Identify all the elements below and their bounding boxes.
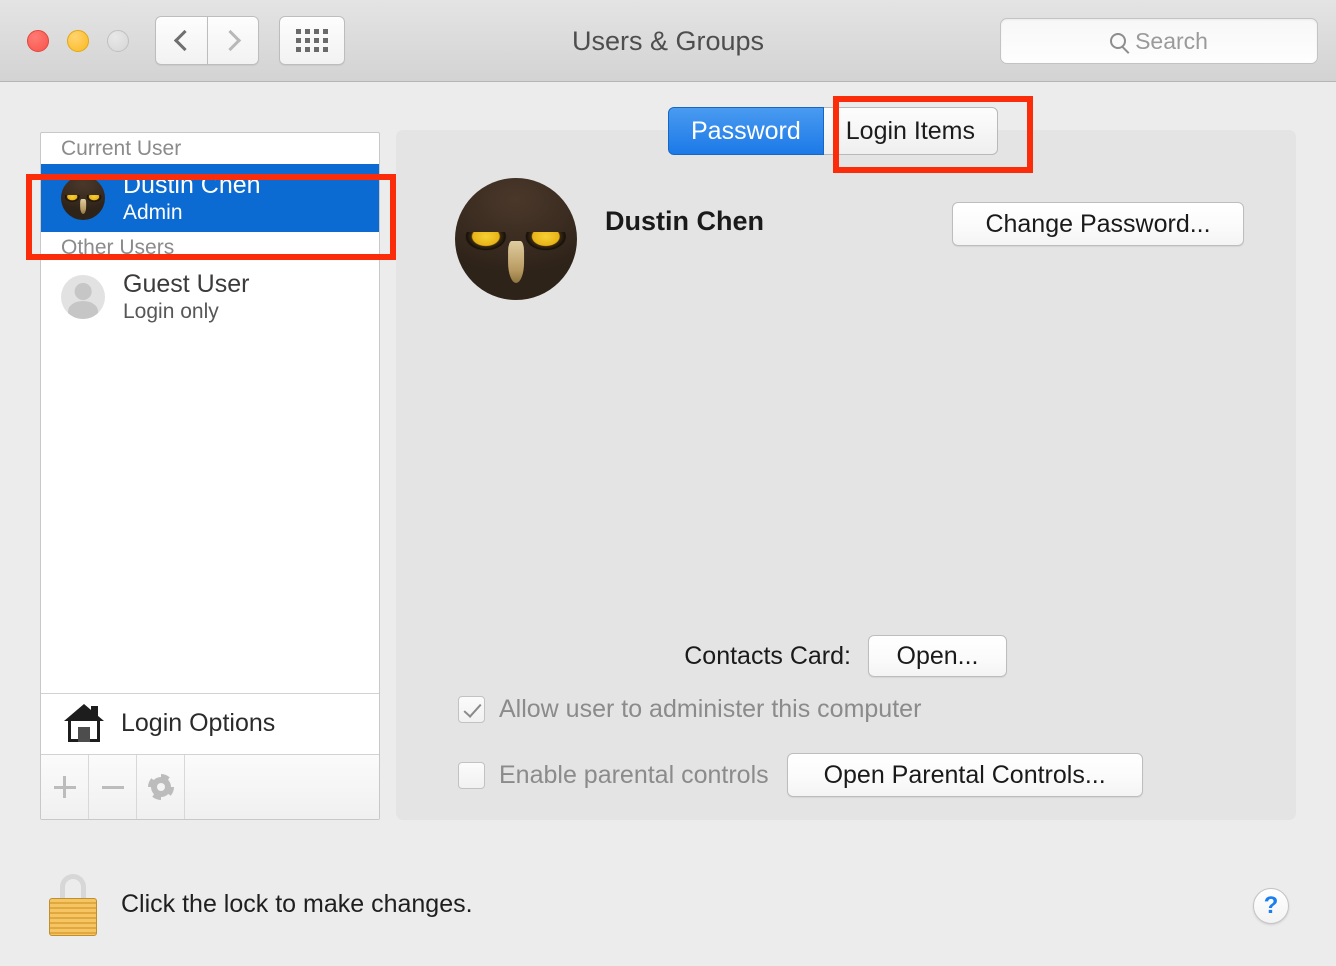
group-header-current-user: Current User (61, 137, 182, 160)
generic-person-avatar (61, 275, 105, 319)
sidebar-item-dustin-chen[interactable]: Dustin Chen Admin (41, 164, 379, 232)
closed-padlock-icon[interactable] (48, 874, 98, 936)
tab-password[interactable]: Password (668, 107, 824, 155)
account-detail-pane: Password Login Items Dustin Chen Change … (396, 107, 1296, 820)
users-sidebar: Current User Dustin Chen Admin Other Use… (40, 132, 380, 820)
user-name: Guest User (123, 269, 250, 298)
account-avatar[interactable] (455, 178, 577, 300)
user-settings-button[interactable] (137, 755, 185, 819)
search-placeholder: Search (1135, 27, 1208, 54)
search-icon (1110, 33, 1127, 49)
allow-admin-checkbox[interactable] (458, 696, 485, 723)
account-name: Dustin Chen (605, 206, 764, 236)
user-text-block: Guest User Login only (123, 269, 249, 325)
user-role: Admin (123, 201, 183, 225)
house-icon (61, 703, 107, 744)
contacts-card-label: Contacts Card: (684, 641, 851, 670)
open-contacts-card-button[interactable]: Open... (868, 635, 1007, 677)
sidebar-item-guest-user[interactable]: Guest User Login only (41, 263, 379, 331)
enable-parental-controls-label: Enable parental controls (499, 760, 769, 789)
allow-admin-label: Allow user to administer this computer (499, 695, 922, 723)
contacts-card-row: Contacts Card: Open... (396, 635, 1296, 677)
search-input[interactable]: Search (1000, 18, 1318, 64)
sidebar-toolbar (41, 754, 379, 819)
allow-admin-checkbox-row[interactable]: Allow user to administer this computer (458, 695, 921, 724)
user-text-block: Dustin Chen Admin (123, 170, 261, 226)
change-password-button[interactable]: Change Password... (952, 202, 1244, 246)
window-titlebar: Users & Groups Search (0, 0, 1336, 82)
help-button[interactable]: ? (1253, 888, 1289, 924)
parental-controls-row[interactable]: Enable parental controls Open Parental C… (458, 753, 1143, 797)
tab-login-items[interactable]: Login Items (823, 107, 999, 155)
enable-parental-controls-checkbox[interactable] (458, 761, 485, 789)
gear-icon (147, 774, 174, 800)
open-parental-controls-button[interactable]: Open Parental Controls... (786, 753, 1143, 797)
user-list: Current User Dustin Chen Admin Other Use… (41, 133, 379, 714)
owl-photo-avatar (61, 176, 105, 220)
users-and-groups-window: Users & Groups Search Current User Dusti… (0, 0, 1336, 966)
user-name: Dustin Chen (123, 170, 261, 199)
sidebar-item-login-options[interactable]: Login Options (41, 693, 379, 753)
login-options-label: Login Options (121, 709, 276, 737)
add-user-button[interactable] (41, 755, 89, 819)
remove-user-button[interactable] (89, 755, 137, 819)
user-role: Login only (123, 300, 219, 324)
tab-bar: Password Login Items (668, 107, 999, 155)
group-header-other-users: Other Users (61, 236, 175, 259)
lock-hint-text: Click the lock to make changes. (121, 890, 473, 918)
